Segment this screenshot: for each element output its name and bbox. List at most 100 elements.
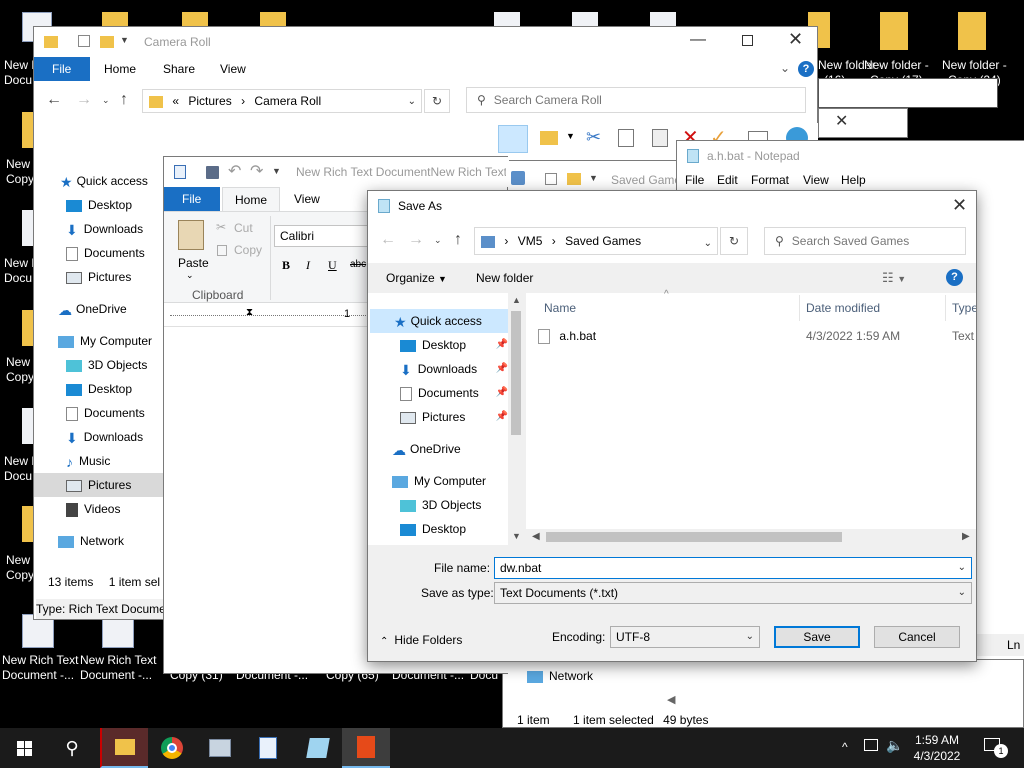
nav-documents[interactable]: Documents xyxy=(66,241,145,265)
nav-pictures[interactable]: Pictures 📌 xyxy=(400,405,508,429)
tab-home[interactable]: Home xyxy=(222,187,281,211)
column-header-type[interactable]: Type xyxy=(946,295,976,321)
tab-share[interactable]: Share xyxy=(151,57,207,81)
folder-new-icon[interactable] xyxy=(540,131,558,145)
nav-my-computer[interactable]: My Computer xyxy=(58,329,152,353)
font-family-input[interactable]: Calibri xyxy=(274,225,374,247)
scroll-thumb[interactable] xyxy=(546,532,842,542)
pin-icon[interactable]: 📌 xyxy=(496,333,508,357)
minimize-icon[interactable]: — xyxy=(690,31,706,49)
chevron-down-icon[interactable]: ⌄ xyxy=(704,231,712,254)
save-button[interactable]: Save xyxy=(774,626,860,648)
volume-icon[interactable]: 🔈 xyxy=(886,737,903,754)
nav-desktop-2[interactable]: Desktop xyxy=(66,377,132,401)
search-input[interactable]: ⚲ Search Camera Roll xyxy=(466,87,806,113)
nav-3d-objects[interactable]: 3D Objects xyxy=(400,493,481,517)
refresh-icon[interactable]: ↻ xyxy=(720,227,748,255)
encoding-select[interactable]: UTF-8 ⌄ xyxy=(610,626,760,648)
column-header-date[interactable]: Date modified xyxy=(800,295,946,321)
taskbar-chrome[interactable] xyxy=(148,728,196,768)
refresh-icon[interactable]: ↻ xyxy=(424,89,450,113)
nav-pictures[interactable]: Pictures xyxy=(66,265,131,289)
new-folder-button[interactable]: New folder xyxy=(476,271,533,285)
nav-onedrive[interactable]: ☁ OneDrive xyxy=(392,437,461,461)
checkbox-icon[interactable] xyxy=(545,173,557,185)
bold-button[interactable]: B xyxy=(282,258,290,273)
breadcrumb-vm5[interactable]: VM5 xyxy=(518,234,543,248)
nav-desktop[interactable]: Desktop 📌 xyxy=(400,333,508,357)
taskbar-app[interactable] xyxy=(196,728,244,768)
desktop-folder-icon[interactable] xyxy=(958,12,986,50)
tab-file[interactable]: File xyxy=(164,187,220,211)
chevron-down-icon[interactable]: ⌄ xyxy=(408,91,416,112)
up-icon[interactable]: ↑ xyxy=(454,231,462,249)
nav-documents-2[interactable]: Documents xyxy=(66,401,145,425)
search-button[interactable]: ⚲ xyxy=(48,728,96,768)
italic-button[interactable]: I xyxy=(306,258,310,273)
save-as-dialog[interactable]: Save As ✕ ← → ⌄ ↑ › VM5 › Saved Games ⌄ … xyxy=(367,190,977,662)
nav-3d-objects[interactable]: 3D Objects xyxy=(66,353,147,377)
recent-dropdown-icon[interactable]: ⌄ xyxy=(102,95,110,106)
maximize-icon[interactable] xyxy=(742,35,753,46)
title-bar[interactable]: ↶ ↷ ▼ New Rich Text DocumentNew Rich Tex… xyxy=(164,157,509,187)
up-icon[interactable]: ↑ xyxy=(120,91,128,109)
start-button[interactable] xyxy=(0,728,48,768)
checkbox-icon[interactable] xyxy=(78,35,90,47)
menu-format[interactable]: Format xyxy=(751,173,789,187)
close-icon[interactable]: ✕ xyxy=(952,195,967,216)
nav-downloads[interactable]: ⬇ Downloads 📌 xyxy=(400,357,508,381)
paste-icon[interactable] xyxy=(652,129,668,147)
file-row[interactable]: a.h.bat 4/3/2022 1:59 AM Text D xyxy=(538,325,976,347)
paste-dropdown-icon[interactable]: ⌄ xyxy=(186,270,194,281)
nav-my-computer[interactable]: My Computer xyxy=(392,469,486,493)
undo-icon[interactable]: ↶ xyxy=(228,161,241,181)
scroll-right-icon[interactable]: ▶ xyxy=(962,531,970,542)
nav-desktop[interactable]: Desktop xyxy=(66,193,132,217)
nav-pictures-2[interactable]: Pictures xyxy=(34,473,164,497)
tab-file[interactable]: File xyxy=(34,57,90,81)
qat-dropdown-icon[interactable]: ▼ xyxy=(120,35,129,45)
qat-dropdown-icon[interactable]: ▼ xyxy=(589,173,598,183)
scroll-left-icon[interactable]: ◀ xyxy=(667,693,675,706)
qat-dropdown-icon[interactable]: ▼ xyxy=(272,166,281,176)
scroll-left-icon[interactable]: ◀ xyxy=(532,531,540,542)
desktop-label[interactable]: New Rich Text Document -... xyxy=(2,653,78,683)
nav-videos[interactable]: Videos xyxy=(66,497,120,521)
desktop-label[interactable]: New Copy xyxy=(6,157,34,187)
paste-button[interactable]: Paste xyxy=(178,256,209,270)
background-window[interactable] xyxy=(818,78,998,108)
taskbar-app[interactable] xyxy=(244,728,292,768)
nav-music[interactable]: ♪ Music xyxy=(66,449,110,473)
nav-quick-access[interactable]: ★ Quick access xyxy=(60,169,148,193)
tab-home[interactable]: Home xyxy=(92,57,148,81)
nav-downloads-2[interactable]: ⬇ Downloads xyxy=(66,425,143,449)
strikethrough-button[interactable]: abc xyxy=(350,259,366,270)
copy-button[interactable]: Copy xyxy=(234,243,262,257)
show-hidden-icons[interactable]: ^ xyxy=(842,740,848,754)
dropdown-icon[interactable]: ▼ xyxy=(566,131,575,141)
view-options-icon[interactable]: ☷ ▼ xyxy=(882,270,906,286)
address-bar[interactable]: « Pictures › Camera Roll ⌄ xyxy=(142,89,422,113)
taskbar-app[interactable] xyxy=(294,728,342,768)
expand-ribbon-icon[interactable]: ⌄ xyxy=(780,61,790,75)
notification-center[interactable]: 1 xyxy=(984,738,1008,758)
nav-scrollbar[interactable]: ▲ ▼ xyxy=(508,293,524,545)
desktop-label[interactable]: New Rich Text Document -... xyxy=(80,653,156,683)
cancel-button[interactable]: Cancel xyxy=(874,626,960,648)
nav-network[interactable]: Network xyxy=(527,669,593,683)
pin-icon[interactable]: 📌 xyxy=(496,357,508,381)
close-icon[interactable]: ✕ xyxy=(788,29,803,50)
chevron-down-icon[interactable]: ⌄ xyxy=(958,558,966,578)
back-icon[interactable]: ← xyxy=(46,91,62,109)
title-bar[interactable]: a.h.bat - Notepad xyxy=(677,141,1024,169)
pin-icon[interactable]: 📌 xyxy=(496,381,508,405)
nav-onedrive[interactable]: ☁ OneDrive xyxy=(58,297,127,321)
indent-marker-icon[interactable]: ⧗ xyxy=(246,307,253,318)
nav-downloads[interactable]: ⬇ Downloads xyxy=(66,217,143,241)
cut-button[interactable]: Cut xyxy=(234,221,253,235)
close-icon[interactable]: ✕ xyxy=(835,111,848,131)
desktop-folder-icon[interactable] xyxy=(880,12,908,50)
hide-folders-button[interactable]: ⌃ Hide Folders xyxy=(380,633,462,647)
help-icon[interactable]: ? xyxy=(798,61,814,77)
cut-icon[interactable]: ✂ xyxy=(586,127,601,148)
